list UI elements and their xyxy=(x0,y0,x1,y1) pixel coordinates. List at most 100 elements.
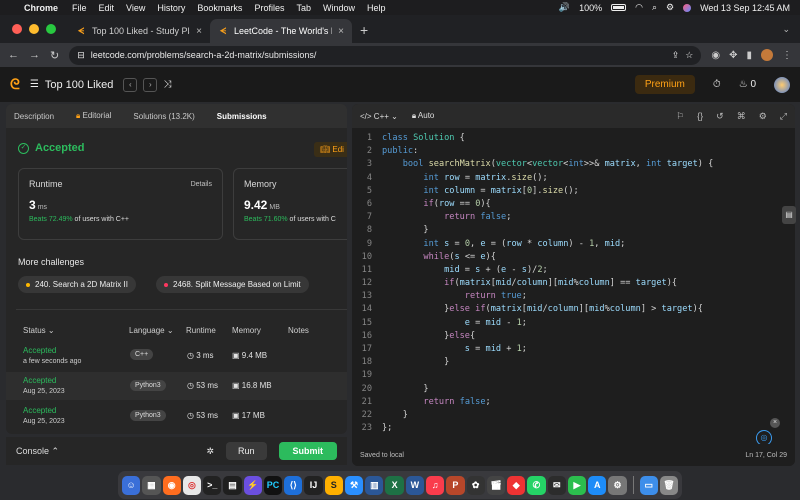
forward-icon[interactable]: → xyxy=(29,49,40,61)
problem-list-title[interactable]: Top 100 Liked xyxy=(45,79,114,91)
chrome-menu-icon[interactable]: ⋮ xyxy=(782,50,792,61)
code-text[interactable]: return false; xyxy=(382,211,511,224)
code-line[interactable]: 11 mid = s + (e - s)/2; xyxy=(352,264,795,277)
code-line[interactable]: 15 e = mid - 1; xyxy=(352,317,795,330)
app-icon[interactable]: ◆ xyxy=(507,475,526,495)
menu-bookmarks[interactable]: Bookmarks xyxy=(197,3,242,13)
code-line[interactable]: 18 } xyxy=(352,356,795,369)
language-select[interactable]: </> C++ ⌄ xyxy=(360,112,398,121)
code-text[interactable]: }; xyxy=(382,422,392,435)
back-icon[interactable]: ← xyxy=(8,49,19,61)
tab-description[interactable]: Description xyxy=(14,112,64,121)
code-line[interactable]: 6 if(row == 0){ xyxy=(352,198,795,211)
code-text[interactable]: e = mid - 1; xyxy=(382,317,527,330)
code-text[interactable]: return true; xyxy=(382,290,527,303)
word-icon[interactable]: W xyxy=(405,475,424,495)
menu-file[interactable]: File xyxy=(72,3,87,13)
code-line[interactable]: 3 bool searchMatrix(vector<vector<int>>&… xyxy=(352,158,795,171)
volume-icon[interactable]: 🔊 xyxy=(559,2,570,13)
code-line[interactable]: 9 int s = 0, e = (row * column) - 1, mid… xyxy=(352,238,795,251)
close-small-icon[interactable]: × xyxy=(770,418,780,428)
tab-editorial[interactable]: 🔒︎ Editorial xyxy=(76,111,121,121)
code-text[interactable]: } xyxy=(382,356,449,369)
reload-icon[interactable]: ↻ xyxy=(50,49,59,62)
menu-history[interactable]: History xyxy=(157,3,185,13)
row-status[interactable]: Accepted xyxy=(23,406,56,415)
leetcode-logo-icon[interactable]: ᘓ xyxy=(10,76,20,93)
premium-button[interactable]: Premium xyxy=(634,75,695,94)
code-line[interactable]: 16 }else{ xyxy=(352,330,795,343)
table-row[interactable] xyxy=(6,402,347,430)
new-tab-button[interactable]: + xyxy=(352,22,378,43)
menu-window[interactable]: Window xyxy=(323,3,355,13)
profile-avatar[interactable] xyxy=(761,49,773,61)
code-text[interactable]: public: xyxy=(382,145,418,158)
search-icon[interactable]: ⌕ xyxy=(652,2,657,13)
firefox-icon[interactable]: ◉ xyxy=(162,475,181,495)
streak-counter[interactable]: ♨ 0 xyxy=(739,79,756,90)
code-line[interactable]: 5 int column = matrix[0].size(); xyxy=(352,185,795,198)
xcode-icon[interactable]: ⚒ xyxy=(344,475,364,495)
close-tab-icon[interactable]: × xyxy=(338,26,344,37)
user-avatar[interactable] xyxy=(774,76,790,93)
whatsapp-icon[interactable]: ✆ xyxy=(527,475,546,495)
menubar-app-name[interactable]: Chrome xyxy=(24,3,58,13)
code-text[interactable]: } xyxy=(382,409,408,422)
timer-icon[interactable]: ⏱ xyxy=(713,79,721,90)
code-line[interactable]: 23}; xyxy=(352,422,795,435)
trash-icon[interactable]: 🗑︎ xyxy=(659,475,679,495)
code-text[interactable]: int row = matrix.size(); xyxy=(382,172,547,185)
code-text[interactable]: } xyxy=(382,224,428,237)
table-row[interactable] xyxy=(6,372,347,400)
code-text[interactable]: class Solution { xyxy=(382,132,465,145)
code-text[interactable]: s = mid + 1; xyxy=(382,343,527,356)
code-area[interactable]: 1 class Solution {2 public: 3 bool searchMa… xyxy=(352,132,795,442)
pycharm-icon[interactable]: PC xyxy=(263,475,283,495)
reset-icon[interactable]: ↺ xyxy=(716,111,724,122)
code-line[interactable]: 19 xyxy=(352,369,795,382)
control-center-icon[interactable]: ⚙ xyxy=(666,2,674,13)
launchpad-icon[interactable]: ▦ xyxy=(142,475,161,495)
next-problem-button[interactable]: › xyxy=(143,77,158,92)
intellij-icon[interactable]: IJ xyxy=(304,475,323,495)
minimize-window-button[interactable] xyxy=(29,24,39,34)
sublime-icon[interactable]: S xyxy=(324,475,343,495)
memory-card[interactable]: Memory 9.42 MB Beats 71.60% of users with… xyxy=(233,168,347,240)
code-line[interactable]: 2 public: xyxy=(352,145,795,158)
header-status[interactable]: Status ⌄ xyxy=(23,326,55,335)
close-window-button[interactable] xyxy=(12,24,22,34)
submit-button[interactable]: Submit xyxy=(278,442,337,460)
facetime-icon[interactable]: ▶ xyxy=(567,475,587,495)
code-line[interactable]: 17 s = mid + 1; xyxy=(352,343,795,356)
code-text[interactable]: int s = 0, e = (row * column) - 1, mid; xyxy=(382,238,625,251)
wifi-icon[interactable]: ◠ xyxy=(635,2,643,13)
settings-icon[interactable]: ⚙ xyxy=(759,111,767,122)
code-line[interactable]: 20 } xyxy=(352,383,795,396)
shuffle-icon[interactable]: ⤨ xyxy=(163,79,171,90)
share-icon[interactable]: ⇪ xyxy=(672,50,680,61)
header-language[interactable]: Language ⌄ xyxy=(129,326,174,335)
row-status[interactable]: Accepted xyxy=(23,376,56,385)
menu-help[interactable]: Help xyxy=(367,3,386,13)
shortcut-icon[interactable]: ⌘ xyxy=(737,111,746,122)
code-line[interactable]: 13 return true; xyxy=(352,290,795,303)
messages-icon[interactable]: ✉ xyxy=(547,475,566,495)
code-text[interactable]: bool searchMatrix(vector<vector<int>>& m… xyxy=(382,158,714,171)
code-line[interactable]: 4 int row = matrix.size(); xyxy=(352,172,795,185)
notes-icon[interactable]: ▤ xyxy=(782,206,796,224)
menu-tab[interactable]: Tab xyxy=(296,3,311,13)
word-processor-icon[interactable]: ▥ xyxy=(365,475,384,495)
problem-list-icon[interactable]: ☰ xyxy=(30,79,39,90)
run-button[interactable]: Run xyxy=(225,442,267,460)
code-line[interactable]: 8 } xyxy=(352,224,795,237)
row-status[interactable]: Accepted xyxy=(23,346,56,355)
photos-icon[interactable]: ✿ xyxy=(466,475,485,495)
code-line[interactable]: 12 if(matrix[mid/column][mid%column] == … xyxy=(352,277,795,290)
address-bar[interactable]: ⊟ leetcode.com/problems/search-a-2d-matr… xyxy=(69,45,702,65)
code-line[interactable]: 10 while(s <= e){ xyxy=(352,251,795,264)
code-text[interactable]: } xyxy=(382,383,428,396)
site-info-icon[interactable]: ⊟ xyxy=(77,50,85,61)
menu-edit[interactable]: Edit xyxy=(99,3,115,13)
tab-submissions[interactable]: Submissions xyxy=(217,112,277,121)
challenge-chip-240[interactable]: 240. Search a 2D Matrix II xyxy=(18,276,136,293)
